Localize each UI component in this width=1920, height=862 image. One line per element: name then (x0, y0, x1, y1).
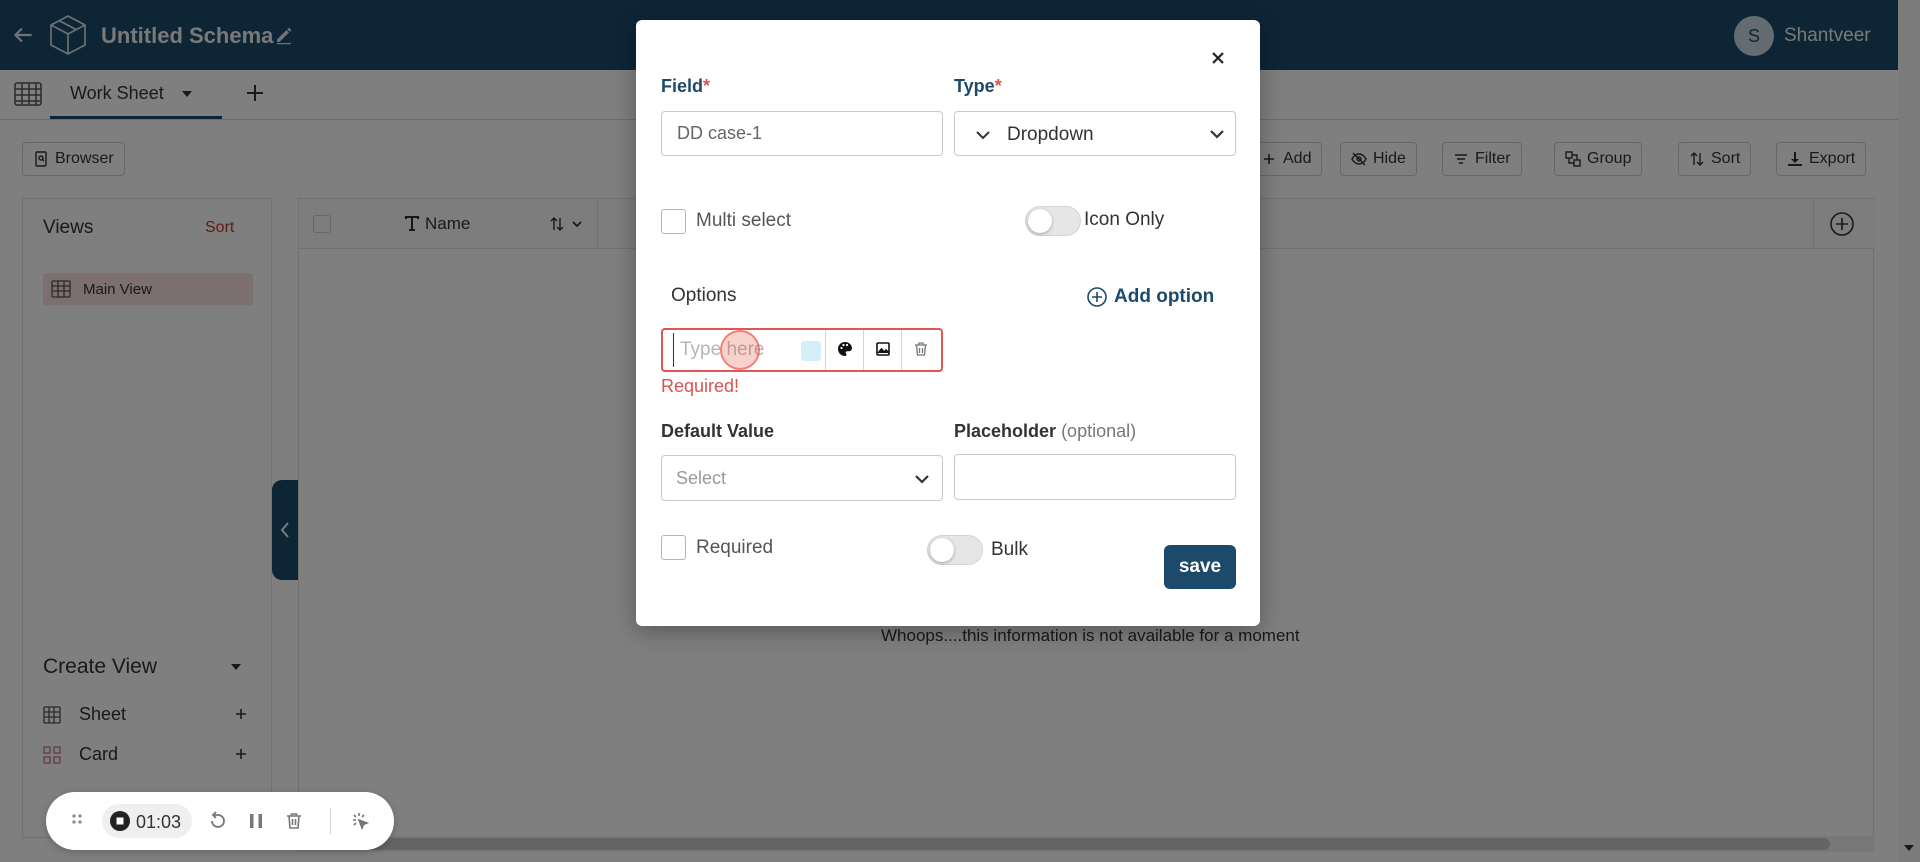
pause-icon[interactable] (246, 811, 266, 831)
restart-icon[interactable] (208, 811, 228, 831)
multi-select-checkbox[interactable] (661, 209, 686, 234)
placeholder-optional-hint: (optional) (1061, 421, 1137, 441)
screen-recorder-widget: 01:03 (46, 792, 394, 850)
trash-icon[interactable] (284, 811, 304, 831)
icon-only-toggle[interactable] (1025, 206, 1081, 236)
click-highlight-icon[interactable] (350, 811, 370, 831)
divider (330, 808, 331, 834)
options-title: Options (671, 285, 737, 306)
default-value-select[interactable]: Select (661, 455, 943, 501)
default-value-placeholder: Select (676, 468, 727, 488)
click-indicator (720, 330, 760, 370)
chevron-down-icon (976, 131, 990, 140)
multi-select-label: Multi select (696, 210, 792, 231)
type-label: Type* (954, 76, 1002, 97)
recording-elapsed-time: 01:03 (136, 812, 182, 832)
placeholder-label: Placeholder (optional) (954, 421, 1136, 442)
required-checkbox[interactable] (661, 535, 686, 560)
placeholder-label-text: Placeholder (954, 421, 1057, 441)
option-required-error: Required! (661, 376, 740, 396)
default-value-label: Default Value (661, 421, 775, 441)
trash-icon (915, 342, 927, 356)
close-icon[interactable] (1208, 48, 1228, 68)
delete-option-button[interactable] (901, 330, 939, 370)
required-asterisk: * (703, 76, 711, 96)
required-checkbox-label: Required (696, 537, 774, 558)
field-label-text: Field (661, 76, 704, 96)
icon-only-label: Icon Only (1084, 209, 1165, 230)
color-palette-button[interactable] (825, 330, 863, 370)
chevron-down-icon (1210, 130, 1224, 139)
stop-record-icon[interactable] (110, 811, 130, 831)
bulk-label: Bulk (991, 539, 1028, 560)
add-option-button[interactable]: Add option (1086, 285, 1214, 309)
chevron-down-icon (915, 475, 929, 484)
image-icon (876, 342, 890, 356)
plus-circle-icon (1087, 287, 1107, 307)
option-row: Type here (661, 328, 943, 372)
add-field-modal: Field* Type* DD case-1 Dropdown Multi se… (636, 20, 1260, 626)
toggle-knob (1028, 209, 1052, 233)
palette-icon (838, 342, 852, 356)
toggle-knob (930, 538, 954, 562)
option-color-swatch[interactable] (801, 341, 821, 361)
drag-handle-icon[interactable] (70, 812, 84, 830)
type-select-value: Dropdown (1007, 124, 1094, 145)
save-button[interactable]: save (1164, 545, 1236, 589)
option-image-button[interactable] (863, 330, 901, 370)
field-label: Field* (661, 76, 710, 97)
bulk-toggle[interactable] (927, 535, 983, 565)
recording-timer: 01:03 (102, 804, 192, 838)
type-select[interactable]: Dropdown (954, 111, 1236, 156)
placeholder-input[interactable] (954, 454, 1236, 500)
field-name-input[interactable]: DD case-1 (661, 111, 943, 156)
type-label-text: Type (954, 76, 995, 96)
required-asterisk: * (994, 76, 1002, 96)
add-option-label: Add option (1114, 286, 1215, 307)
